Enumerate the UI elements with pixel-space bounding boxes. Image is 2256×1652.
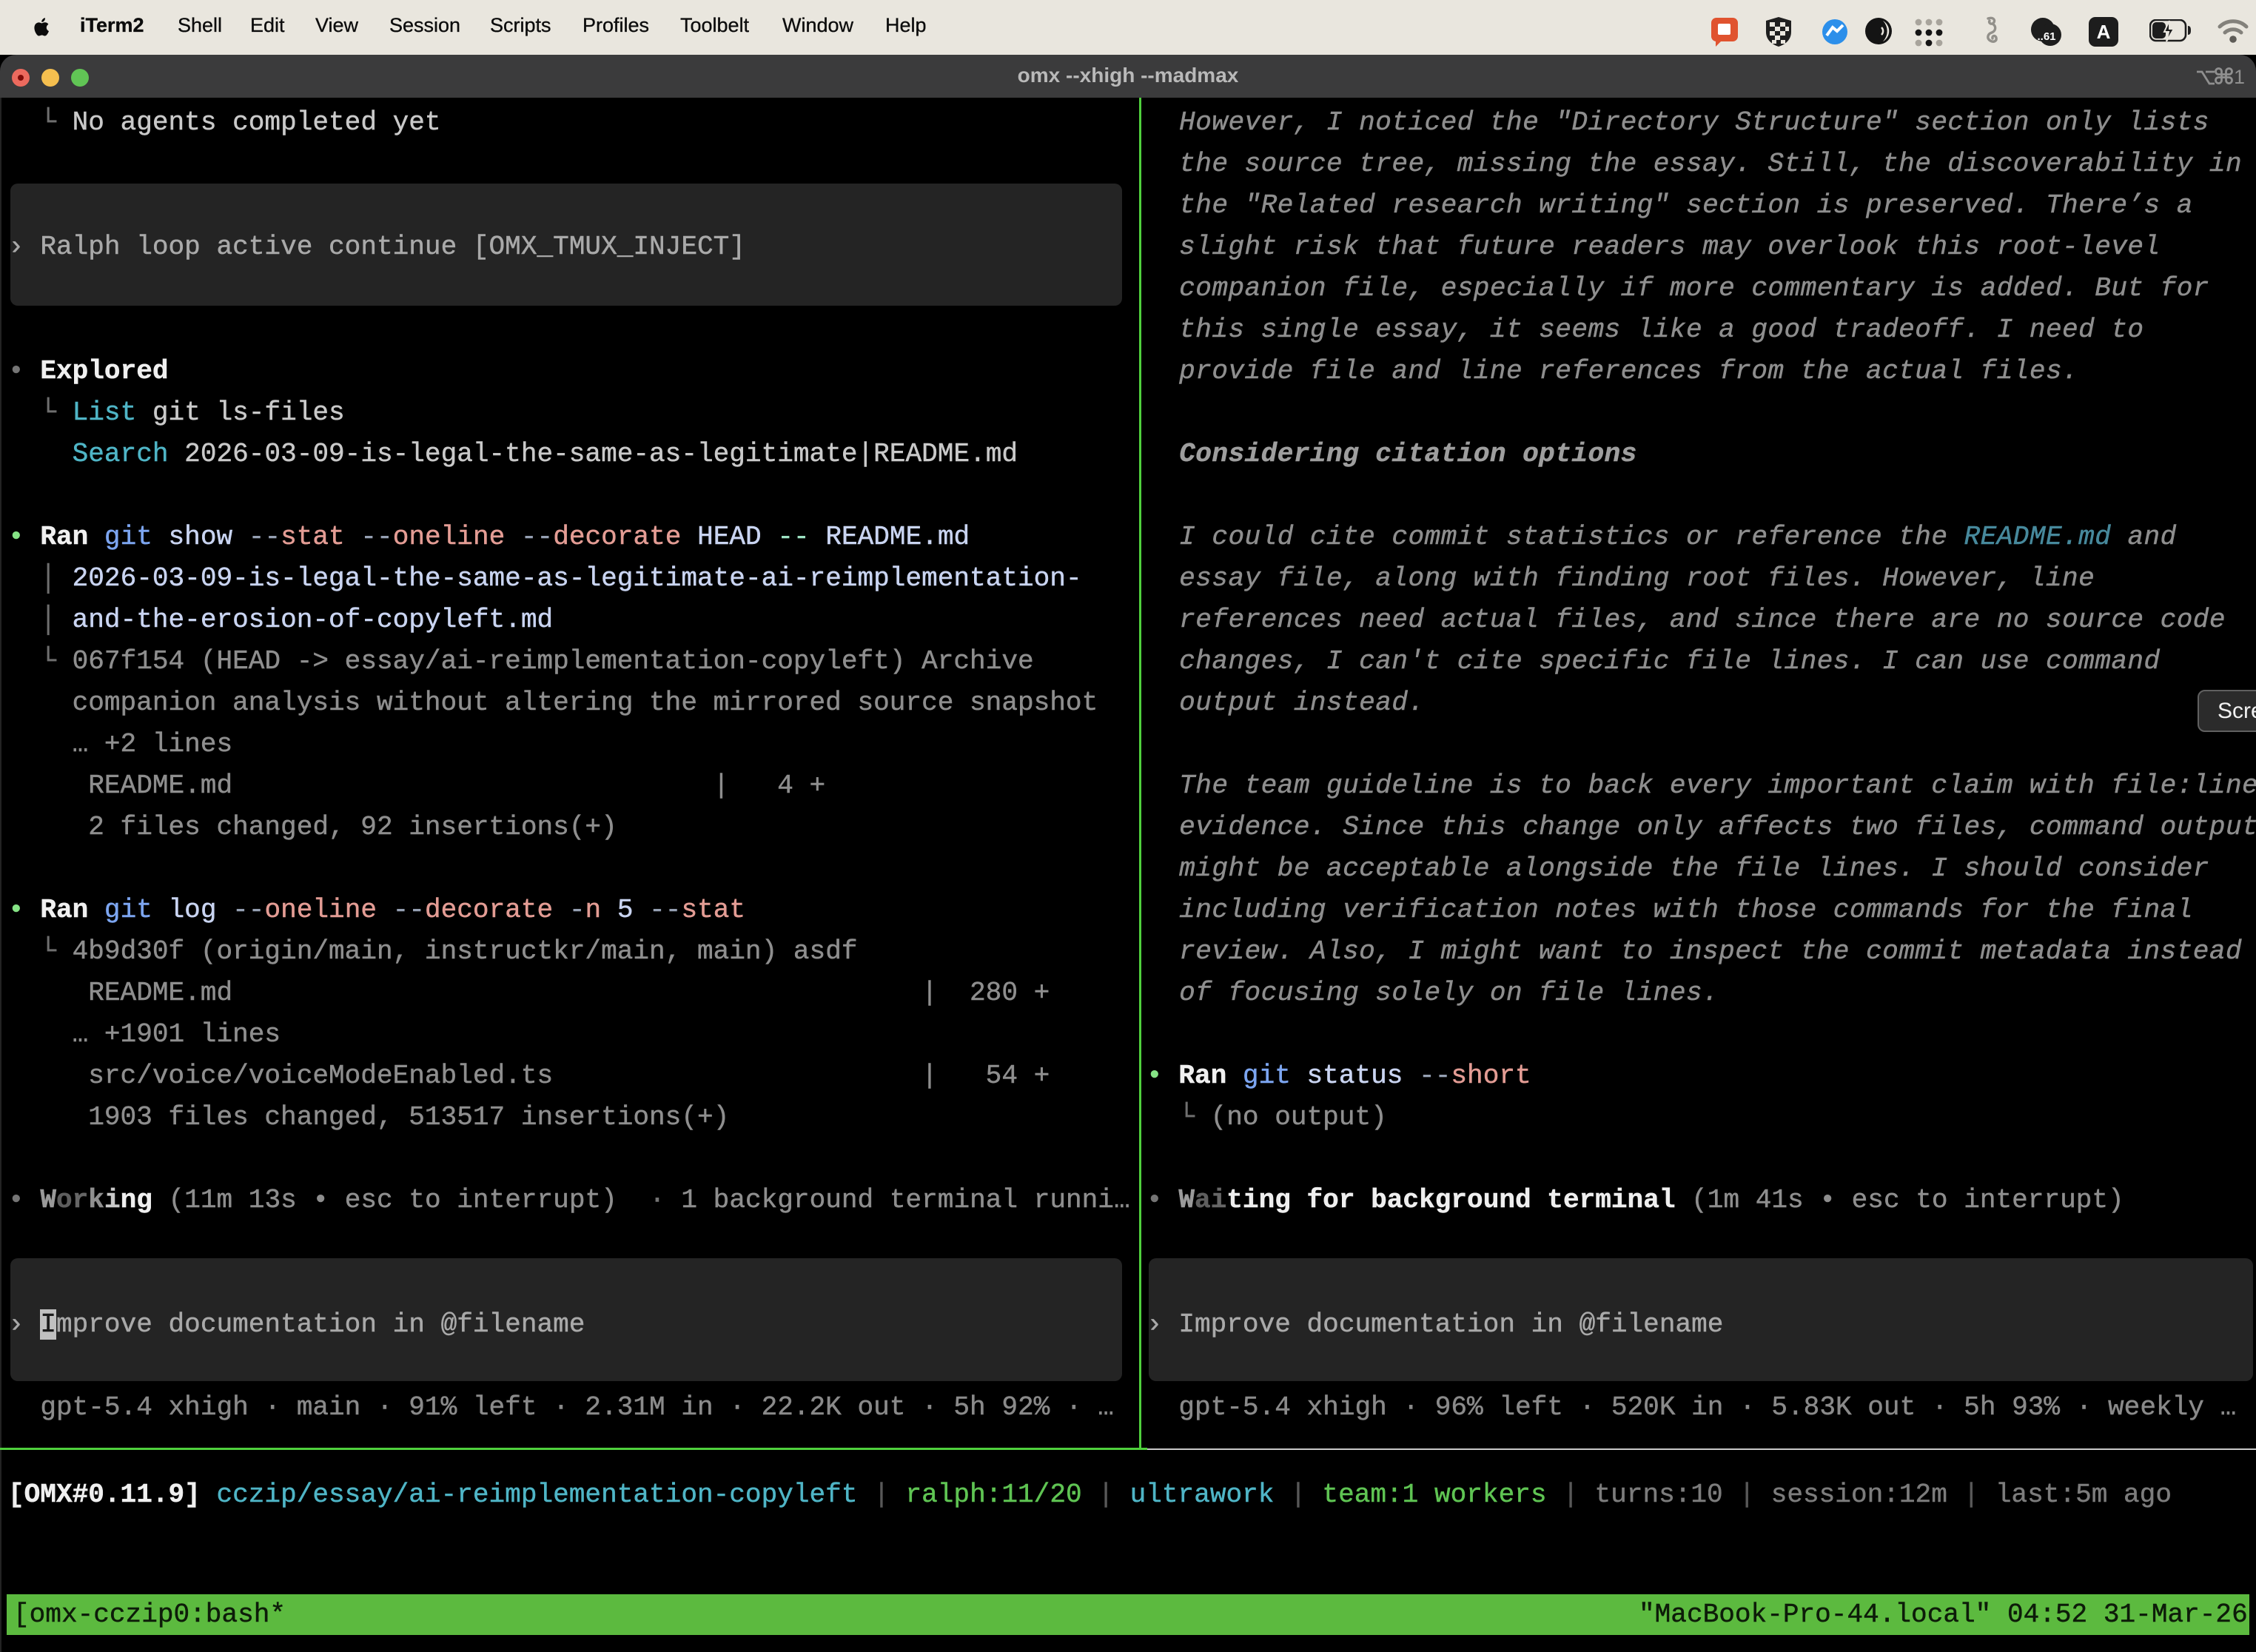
svg-text:..61: ..61	[2037, 30, 2055, 43]
svg-text:1: 1	[2234, 66, 2245, 88]
svg-text:A: A	[2097, 21, 2111, 43]
